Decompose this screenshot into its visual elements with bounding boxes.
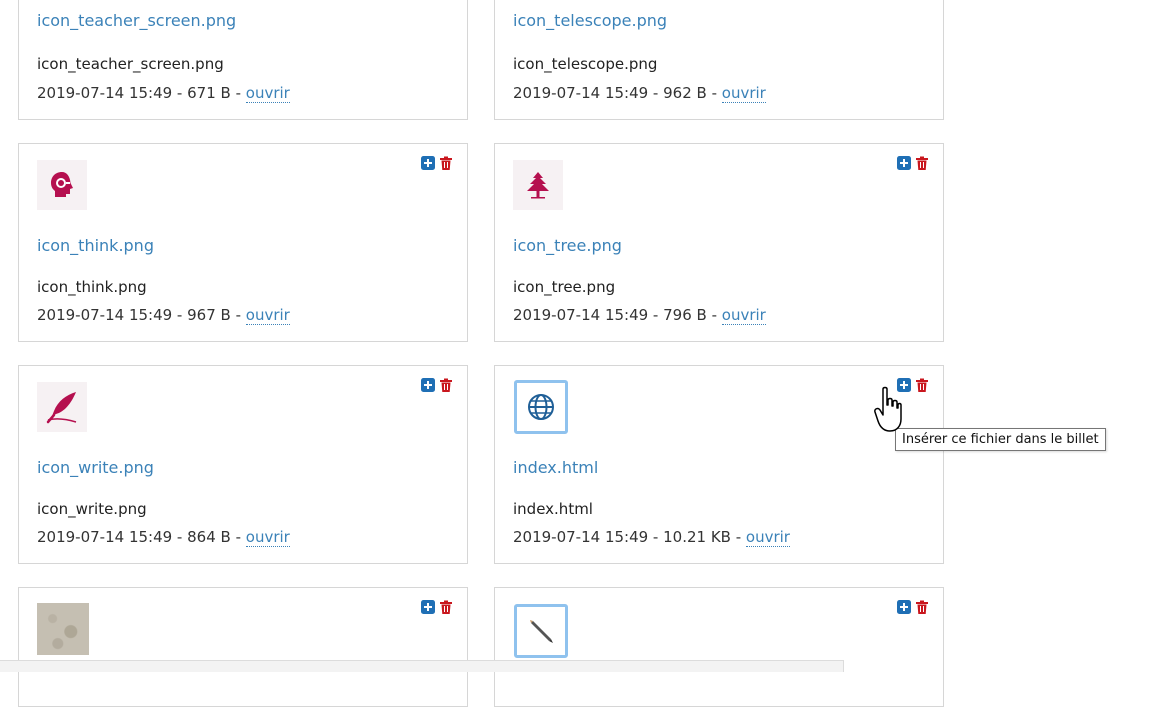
pencil-icon [530, 620, 553, 643]
file-card [494, 587, 944, 707]
file-thumbnail [513, 160, 563, 210]
file-meta: 2019-07-14 15:49 - 671 B - ouvrir [37, 84, 290, 103]
bottom-bar [0, 660, 844, 672]
trash-icon[interactable] [915, 156, 929, 170]
file-card: icon_telescope.png icon_telescope.png 20… [494, 0, 944, 120]
file-meta-text: 2019-07-14 15:49 - 967 B - [37, 306, 246, 324]
file-meta: 2019-07-14 15:49 - 864 B - ouvrir [37, 528, 290, 547]
trash-icon[interactable] [915, 600, 929, 614]
file-meta-text: 2019-07-14 15:49 - 796 B - [513, 306, 722, 324]
trash-icon[interactable] [439, 156, 453, 170]
open-link[interactable]: ouvrir [245, 84, 290, 103]
file-actions [421, 156, 453, 170]
file-card: icon_write.png icon_write.png 2019-07-14… [18, 365, 468, 564]
file-name: icon_telescope.png [513, 55, 658, 73]
file-meta: 2019-07-14 15:49 - 962 B - ouvrir [513, 84, 766, 103]
trash-icon[interactable] [439, 600, 453, 614]
open-link[interactable]: ouvrir [745, 528, 790, 547]
plus-square-icon[interactable] [421, 600, 435, 614]
trash-icon[interactable] [915, 378, 929, 392]
open-link[interactable]: ouvrir [245, 528, 290, 547]
file-card [18, 587, 468, 707]
file-title-link[interactable]: icon_teacher_screen.png [37, 11, 236, 30]
file-name: index.html [513, 500, 593, 518]
file-thumbnail [514, 604, 568, 658]
file-meta: 2019-07-14 15:49 - 967 B - ouvrir [37, 306, 290, 325]
head-idea-icon [51, 172, 73, 197]
quill-icon [46, 392, 77, 424]
tree-icon [527, 172, 549, 199]
open-link[interactable]: ouvrir [245, 306, 290, 325]
plus-square-icon[interactable] [421, 378, 435, 392]
open-link[interactable]: ouvrir [721, 306, 766, 325]
file-thumbnail [37, 382, 87, 432]
file-card: icon_teacher_screen.png icon_teacher_scr… [18, 0, 468, 120]
plus-square-icon[interactable] [897, 156, 911, 170]
file-name: icon_tree.png [513, 278, 616, 296]
file-meta-text: 2019-07-14 15:49 - 671 B - [37, 84, 246, 102]
file-title-link[interactable]: index.html [513, 458, 598, 477]
file-title-link[interactable]: icon_think.png [37, 236, 154, 255]
file-meta-text: 2019-07-14 15:49 - 864 B - [37, 528, 246, 546]
file-title-link[interactable]: icon_telescope.png [513, 11, 667, 30]
file-name: icon_write.png [37, 500, 147, 518]
file-name: icon_think.png [37, 278, 147, 296]
plus-square-icon[interactable] [421, 156, 435, 170]
file-actions [421, 378, 453, 392]
photo-thumbnail [37, 603, 89, 655]
file-meta: 2019-07-14 15:49 - 10.21 KB - ouvrir [513, 528, 790, 547]
file-card: icon_think.png icon_think.png 2019-07-14… [18, 143, 468, 342]
file-name: icon_teacher_screen.png [37, 55, 224, 73]
trash-icon[interactable] [439, 378, 453, 392]
file-meta-text: 2019-07-14 15:49 - 10.21 KB - [513, 528, 746, 546]
open-link[interactable]: ouvrir [721, 84, 766, 103]
file-actions [897, 600, 929, 614]
tooltip: Insérer ce fichier dans le billet [895, 428, 1106, 451]
file-meta-text: 2019-07-14 15:49 - 962 B - [513, 84, 722, 102]
file-title-link[interactable]: icon_tree.png [513, 236, 622, 255]
file-card: icon_tree.png icon_tree.png 2019-07-14 1… [494, 143, 944, 342]
file-actions [897, 156, 929, 170]
file-title-link[interactable]: icon_write.png [37, 458, 154, 477]
file-thumbnail [37, 160, 87, 210]
hand-cursor-icon [874, 386, 902, 432]
plus-square-icon[interactable] [897, 600, 911, 614]
file-actions [421, 600, 453, 614]
file-thumbnail [514, 380, 568, 434]
globe-icon [528, 394, 554, 420]
file-meta: 2019-07-14 15:49 - 796 B - ouvrir [513, 306, 766, 325]
